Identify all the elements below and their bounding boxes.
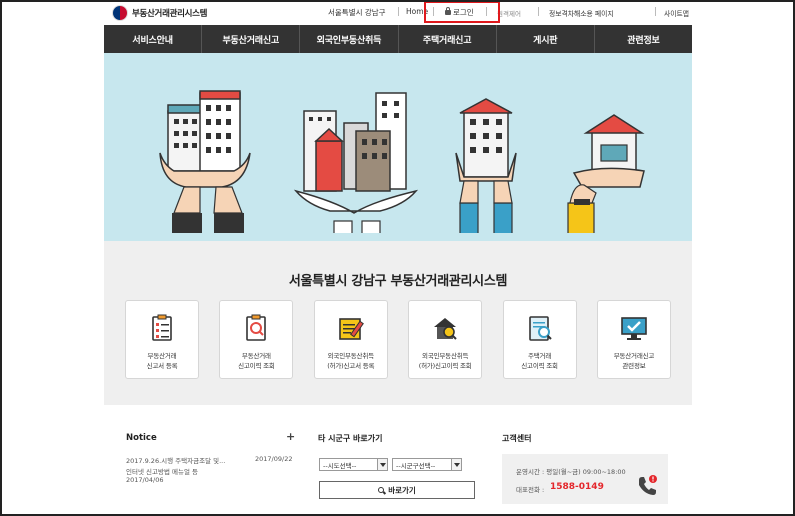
house-search-icon	[434, 318, 457, 340]
nav-housing-report[interactable]: 주택거래신고	[399, 25, 497, 53]
remote-control-link[interactable]: 원격제어	[497, 8, 521, 18]
accessibility-page-link[interactable]: 정보격차해소용 페이지	[549, 8, 614, 18]
card-label: 부동산거래 신고서 등록	[146, 352, 178, 370]
card-related-info[interactable]: 부동산거래신고 관련정보	[596, 300, 671, 379]
logo-text: 부동산거래관리시스템	[132, 9, 208, 19]
card-foreigner-history[interactable]: 외국인부동산취득 (허가)신고이력 조회	[408, 300, 483, 379]
card-foreigner-register[interactable]: 외국인부동산취득 (허가)신고서 등록	[313, 300, 388, 379]
customer-center-title: 고객센터	[502, 434, 532, 443]
sigungu-select-value: --시군구선택--	[396, 461, 436, 470]
apartment-hands-illustration	[455, 98, 517, 241]
hero-illustration	[104, 90, 692, 241]
sido-select-value: --시도선택--	[323, 461, 357, 470]
city-buildings-illustration	[293, 92, 419, 241]
notice-item[interactable]: 인터넷 신고방법 메뉴얼 등	[126, 466, 198, 476]
card-housing-history[interactable]: 주택거래 신고이력 조회	[502, 300, 577, 379]
notice-item[interactable]: 2017.9.26.시행 주택자금조달 및...	[126, 455, 225, 465]
government-emblem-icon	[112, 5, 128, 21]
card-report-register[interactable]: 부동산거래 신고서 등록	[125, 300, 199, 379]
top-utility-bar: 부동산거래관리시스템 서울특별시 강남구 Home 로그인 원격제어 정보격차해…	[104, 0, 692, 25]
card-report-history[interactable]: 부동산거래 신고이력 조회	[219, 300, 294, 379]
form-edit-icon	[338, 318, 364, 340]
hero-banner	[104, 53, 692, 241]
page: 부동산거래관리시스템 서울특별시 강남구 Home 로그인 원격제어 정보격차해…	[104, 0, 692, 516]
service-cards: 부동산거래 신고서 등록 부동산거래 신고이력 조회 외국인부동산취득 (허가)…	[125, 300, 671, 379]
bottom-section: Notice + 2017.9.26.시행 주택자금조달 및... 2017/0…	[104, 405, 692, 516]
building-hands-illustration-1	[159, 90, 251, 241]
customer-center-box: 운영시간 : 평일(월~금) 09:00~18:00 대표전화 : 1588-0…	[502, 454, 668, 504]
main-nav: 서비스안내 부동산거래신고 외국인부동산취득 주택거래신고 게시판 관련정보	[104, 25, 692, 53]
region-shortcut-title: 타 시군구 바로가기	[318, 434, 383, 443]
sido-select[interactable]: --시도선택--	[319, 458, 388, 471]
page-title: 서울특별시 강남구 부동산거래관리시스템	[288, 274, 508, 289]
util-divider	[538, 7, 539, 16]
site-logo[interactable]: 부동산거래관리시스템	[112, 5, 208, 21]
main-section: 서울특별시 강남구 부동산거래관리시스템 부동산거래 신고서 등록 부동산거래 …	[104, 241, 692, 405]
notice-date: 2017/09/22	[255, 455, 293, 463]
report-search-icon	[528, 316, 552, 341]
phone-label: 대표전화 :	[516, 486, 545, 494]
notice-title: Notice	[126, 433, 157, 443]
chevron-down-icon	[451, 459, 461, 470]
nav-related-info[interactable]: 관련정보	[595, 25, 692, 53]
nav-foreigner-acquisition[interactable]: 외국인부동산취득	[300, 25, 399, 53]
chevron-down-icon	[377, 459, 387, 470]
checklist-icon	[152, 314, 172, 341]
search-icon	[378, 487, 385, 493]
monitor-check-icon	[621, 317, 647, 340]
house-hand-illustration	[567, 114, 645, 241]
card-label: 외국인부동산취득 (허가)신고이력 조회	[418, 352, 472, 370]
card-label: 부동산거래신고 관련정보	[613, 352, 655, 370]
card-label: 주택거래 신고이력 조회	[521, 352, 558, 370]
notice-more-button[interactable]: +	[286, 430, 295, 443]
util-divider	[398, 7, 399, 16]
nav-board[interactable]: 게시판	[497, 25, 595, 53]
login-highlight-box	[424, 1, 500, 23]
nav-service-info[interactable]: 서비스안내	[104, 25, 203, 53]
nav-real-estate-report[interactable]: 부동산거래신고	[202, 25, 301, 53]
card-label: 외국인부동산취득 (허가)신고서 등록	[327, 352, 375, 370]
business-hours: 운영시간 : 평일(월~금) 09:00~18:00	[516, 468, 626, 476]
sigungu-select[interactable]: --시군구선택--	[392, 458, 462, 471]
go-button[interactable]: 바로가기	[319, 481, 475, 499]
card-label: 부동산거래 신고이력 조회	[238, 352, 275, 370]
phone-icon	[639, 475, 657, 495]
util-divider	[655, 7, 656, 16]
sitemap-link[interactable]: 사이트맵	[664, 8, 689, 18]
go-button-label: 바로가기	[388, 485, 416, 495]
phone-number: 1588-0149	[550, 482, 604, 492]
notice-date: 2017/04/06	[126, 476, 164, 484]
district-label: 서울특별시 강남구	[328, 8, 386, 17]
document-search-icon	[246, 314, 267, 341]
